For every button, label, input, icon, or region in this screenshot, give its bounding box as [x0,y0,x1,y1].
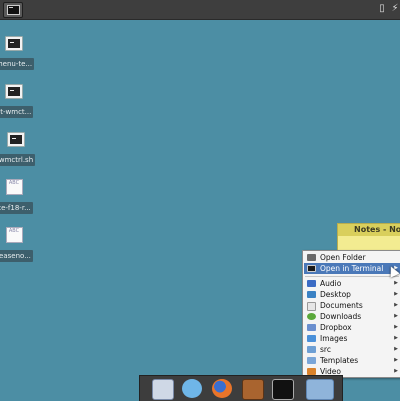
desktop-item-wmctrl-sh[interactable]: wmctrl.sh [0,132,44,166]
menu-item-label: Desktop [320,290,351,299]
desktop-item-label: st-wmct... [0,106,34,118]
notes-title: Notes - No [338,224,400,236]
firefox-icon[interactable] [212,379,232,398]
menu-item-label: src [320,345,331,354]
folder-icon [307,346,316,353]
home-icon[interactable] [242,379,264,400]
submenu-arrow-icon: ▶ [394,357,398,363]
submenu-arrow-icon: ▶ [394,335,398,341]
menu-item-templates[interactable]: Templates ▶ [304,355,400,366]
terminal-icon [307,265,316,272]
terminal-icon[interactable] [272,379,294,400]
browser-icon[interactable] [182,379,202,398]
top-panel: ▯ ⚡ [0,0,400,20]
audio-folder-icon [307,280,316,287]
show-desktop-button[interactable] [3,2,23,18]
images-folder-icon [307,335,316,342]
dropbox-folder-icon [307,324,316,331]
clipboard-icon[interactable]: ▯ [377,3,387,15]
documents-folder-icon [307,302,316,311]
submenu-arrow-icon: ▶ [394,302,398,308]
terminal-icon [7,5,20,15]
menu-item-documents[interactable]: Documents ▶ [304,300,400,311]
menu-item-label: Documents [320,301,363,310]
desktop-item-wmctrl-test[interactable]: st-wmct... [0,84,42,118]
menu-item-dropbox[interactable]: Dropbox ▶ [304,322,400,333]
submenu-arrow-icon: ▶ [394,280,398,286]
desktop-item-label: leaseno... [0,250,33,262]
menu-item-audio[interactable]: Audio ▶ [304,278,400,289]
submenu-arrow-icon: ▶ [394,368,398,374]
network-icon[interactable]: ⚡ [390,3,400,15]
submenu-arrow-icon: ▶ [394,313,398,319]
video-folder-icon [307,368,316,375]
desktop-item-text-file-2[interactable]: ABC leaseno... [0,227,42,262]
menu-item-src[interactable]: src ▶ [304,344,400,355]
submenu-arrow-icon: ▶ [394,346,398,352]
folder-open-icon [307,254,316,261]
menu-item-label: Open in Terminal [320,264,384,273]
terminal-script-icon [7,132,25,147]
desktop-item-label: ce-f18-r... [0,202,33,214]
submenu-arrow-icon: ▶ [394,291,398,297]
desktop-item-menu-script[interactable]: menu-te... [0,36,42,70]
context-menu: Open Folder Open in Terminal ▶ Audio ▶ D… [302,250,400,378]
menu-item-label: Downloads [320,312,362,321]
text-file-icon: ABC [5,227,23,243]
menu-item-desktop[interactable]: Desktop ▶ [304,289,400,300]
terminal-script-icon [5,84,23,99]
downloads-folder-icon [307,313,316,320]
mail-icon[interactable] [152,379,174,400]
submenu-arrow-icon: ▶ [394,324,398,330]
menu-item-images[interactable]: Images ▶ [304,333,400,344]
folder-icon[interactable] [306,379,334,400]
dock [139,375,343,401]
text-file-icon: ABC [5,179,23,195]
desktop-item-label: wmctrl.sh [0,154,36,166]
menu-item-label: Audio [320,279,342,288]
menu-item-label: Templates [320,356,359,365]
menu-item-label: Open Folder [320,253,366,262]
menu-item-label: Dropbox [320,323,352,332]
menu-separator [305,276,399,277]
desktop-item-text-file-1[interactable]: ABC ce-f18-r... [0,179,42,214]
terminal-script-icon [5,36,23,51]
menu-item-downloads[interactable]: Downloads ▶ [304,311,400,322]
templates-folder-icon [307,357,316,364]
menu-item-label: Images [320,334,348,343]
desktop-item-label: menu-te... [0,58,35,70]
menu-item-open-folder[interactable]: Open Folder [304,252,400,263]
desktop-folder-icon [307,291,316,298]
notes-widget[interactable]: Notes - No [337,223,400,251]
